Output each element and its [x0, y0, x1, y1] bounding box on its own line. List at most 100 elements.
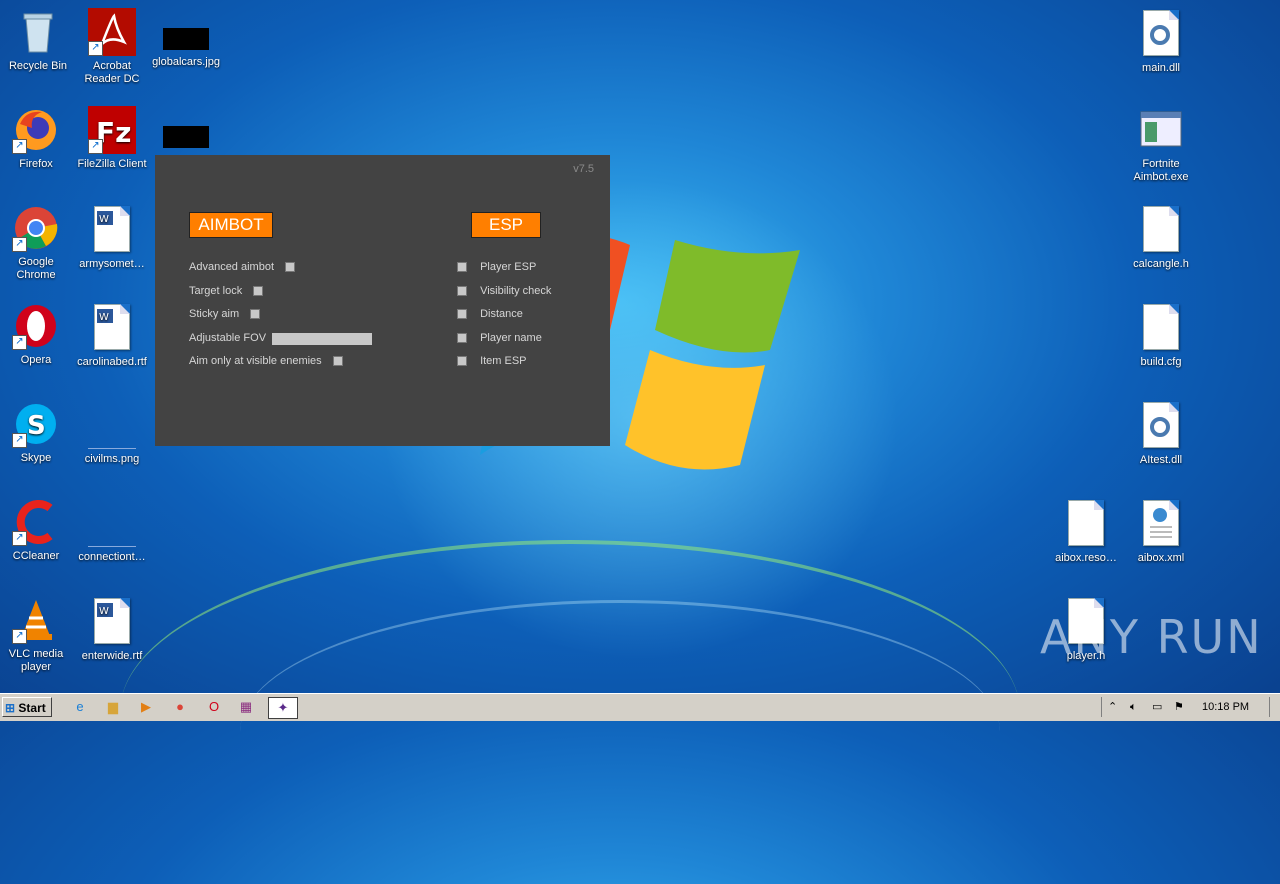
shortcut-arrow-icon: ↗: [12, 335, 27, 350]
aibox-reso-icon[interactable]: aibox.reso…: [1048, 498, 1124, 565]
vlc-cone-icon: ↗: [12, 596, 60, 644]
advanced-aimbot-checkbox[interactable]: [285, 262, 296, 273]
player-name-label: Player name: [480, 332, 542, 344]
shortcut-arrow-icon: ↗: [12, 139, 27, 154]
fortnite-label: Fortnite Aimbot.exe: [1133, 158, 1189, 183]
ccleaner-label: CCleaner: [12, 550, 60, 562]
connectiont-label: connectiont…: [78, 551, 146, 563]
sticky-aim-checkbox[interactable]: [250, 309, 261, 320]
firefox-logo-icon: ↗: [12, 106, 60, 154]
ie-icon[interactable]: e: [70, 697, 90, 717]
visibility-check-row: Visibility check: [457, 285, 551, 297]
shortcut-arrow-icon: ↗: [12, 433, 27, 448]
shortcut-arrow-icon: ↗: [12, 629, 27, 644]
item-esp-checkbox[interactable]: [457, 356, 467, 367]
chrome-taskbar-icon[interactable]: ●: [170, 697, 190, 717]
civilms-icon[interactable]: civilms.png: [74, 400, 150, 466]
ccleaner-logo-icon: ↗: [12, 498, 60, 546]
system-tray: ⌃ 🔈︎ ▭ ⚑ 10:18 PM: [1101, 697, 1280, 717]
calcangle-icon[interactable]: calcangle.h: [1123, 204, 1199, 271]
media-player-icon[interactable]: ▶: [136, 697, 156, 717]
recycle-bin-icon[interactable]: Recycle Bin: [0, 8, 76, 73]
vlc-label: VLC media player: [8, 648, 64, 673]
opera-logo-icon: ↗: [12, 302, 60, 350]
filezilla-label: FileZilla Client: [77, 158, 147, 170]
xml-document-icon: [1137, 500, 1185, 548]
enterwide-icon[interactable]: W enterwide.rtf: [74, 596, 150, 663]
image-file-icon: [88, 400, 136, 449]
svg-text:W: W: [99, 312, 109, 323]
network-icon[interactable]: ▭: [1152, 697, 1162, 717]
volume-icon[interactable]: 🔈︎: [1130, 697, 1137, 717]
svg-text:W: W: [99, 606, 109, 617]
start-button[interactable]: ⊞ Start: [2, 697, 52, 717]
item-esp-row: Item ESP: [457, 355, 527, 367]
player-name-checkbox[interactable]: [457, 333, 467, 344]
enterwide-label: enterwide.rtf: [81, 650, 143, 662]
fortnite-icon[interactable]: Fortnite Aimbot.exe: [1123, 106, 1199, 184]
ccleaner-icon[interactable]: ↗ CCleaner: [0, 498, 74, 563]
esp-tab[interactable]: ESP: [471, 212, 541, 238]
visible-enemies-row: Aim only at visible enemies: [189, 355, 343, 367]
main-dll-icon[interactable]: main.dll: [1123, 8, 1199, 75]
show-desktop-button[interactable]: [1269, 697, 1280, 717]
firefox-icon[interactable]: ↗ Firefox: [0, 106, 74, 171]
shortcut-arrow-icon: ↗: [88, 41, 103, 56]
opera-icon[interactable]: ↗ Opera: [0, 302, 74, 367]
acrobat-icon[interactable]: ↗ Acrobat Reader DC: [74, 8, 150, 86]
svg-text:W: W: [99, 214, 109, 225]
acrobat-pdf-icon: ↗: [88, 8, 136, 56]
tray-expand-icon[interactable]: ⌃: [1108, 697, 1117, 717]
image-thumbnail-icon: [163, 28, 209, 50]
hidden-thumb-icon[interactable]: [148, 106, 224, 154]
skype-icon[interactable]: S ↗ Skype: [0, 400, 74, 465]
connectiont-icon[interactable]: connectiont…: [74, 498, 150, 564]
adjustable-fov-row: Adjustable FOV: [189, 332, 266, 344]
explorer-folder-icon[interactable]: ▆: [103, 697, 123, 717]
player-esp-row: Player ESP: [457, 261, 536, 273]
cheat-app-taskbar-icon[interactable]: ✦: [268, 697, 298, 719]
windows-flag-icon: ⊞: [5, 701, 16, 715]
aibox-xml-icon[interactable]: aibox.xml: [1123, 498, 1199, 565]
chrome-icon[interactable]: ↗ Google Chrome: [0, 204, 74, 282]
globalcars-icon[interactable]: globalcars.jpg: [148, 8, 224, 69]
target-lock-checkbox[interactable]: [253, 286, 264, 297]
advanced-aimbot-row: Advanced aimbot: [189, 261, 296, 273]
advanced-aimbot-label: Advanced aimbot: [189, 261, 274, 273]
file-icon: [1062, 500, 1110, 548]
civilms-label: civilms.png: [84, 453, 140, 465]
vlc-icon[interactable]: ↗ VLC media player: [0, 596, 74, 674]
distance-checkbox[interactable]: [457, 309, 467, 320]
filezilla-logo-icon: Fz ↗: [88, 106, 136, 154]
anyrun-watermark: ANY RUN: [1040, 610, 1263, 664]
aimbot-tab[interactable]: AIMBOT: [189, 212, 273, 238]
shortcut-arrow-icon: ↗: [88, 139, 103, 154]
player-esp-checkbox[interactable]: [457, 262, 467, 273]
player-name-row: Player name: [457, 332, 542, 344]
filezilla-icon[interactable]: Fz ↗ FileZilla Client: [74, 106, 150, 171]
carolinabed-label: carolinabed.rtf: [77, 356, 147, 368]
action-center-flag-icon[interactable]: ⚑: [1174, 697, 1184, 717]
visible-enemies-checkbox[interactable]: [332, 356, 343, 367]
taskbar: ⊞ Start e ▆ ▶ ● O ▦ ✦ ⌃ 🔈︎ ▭ ⚑ 10:18 PM: [0, 693, 1280, 721]
opera-taskbar-icon[interactable]: O: [204, 697, 224, 717]
build-cfg-icon[interactable]: build.cfg: [1123, 302, 1199, 369]
start-label: Start: [18, 701, 46, 715]
word-document-icon: W: [88, 206, 136, 254]
fov-slider[interactable]: [272, 333, 372, 345]
winrar-icon[interactable]: ▦: [236, 697, 256, 717]
aibox-xml-label: aibox.xml: [1137, 552, 1185, 564]
clock[interactable]: 10:18 PM: [1202, 697, 1249, 717]
build-cfg-label: build.cfg: [1140, 356, 1182, 368]
armysomet-icon[interactable]: W armysomet…: [74, 204, 150, 271]
visibility-check-checkbox[interactable]: [457, 286, 467, 297]
acrobat-label: Acrobat Reader DC: [84, 60, 140, 85]
distance-label: Distance: [480, 308, 523, 320]
dll-gear-icon: [1137, 10, 1185, 58]
distance-row: Distance: [457, 308, 523, 320]
aitest-icon[interactable]: AItest.dll: [1123, 400, 1199, 467]
target-lock-label: Target lock: [189, 285, 243, 297]
armysomet-label: armysomet…: [79, 258, 145, 270]
carolinabed-icon[interactable]: W carolinabed.rtf: [74, 302, 150, 369]
adjustable-fov-label: Adjustable FOV: [189, 332, 267, 344]
